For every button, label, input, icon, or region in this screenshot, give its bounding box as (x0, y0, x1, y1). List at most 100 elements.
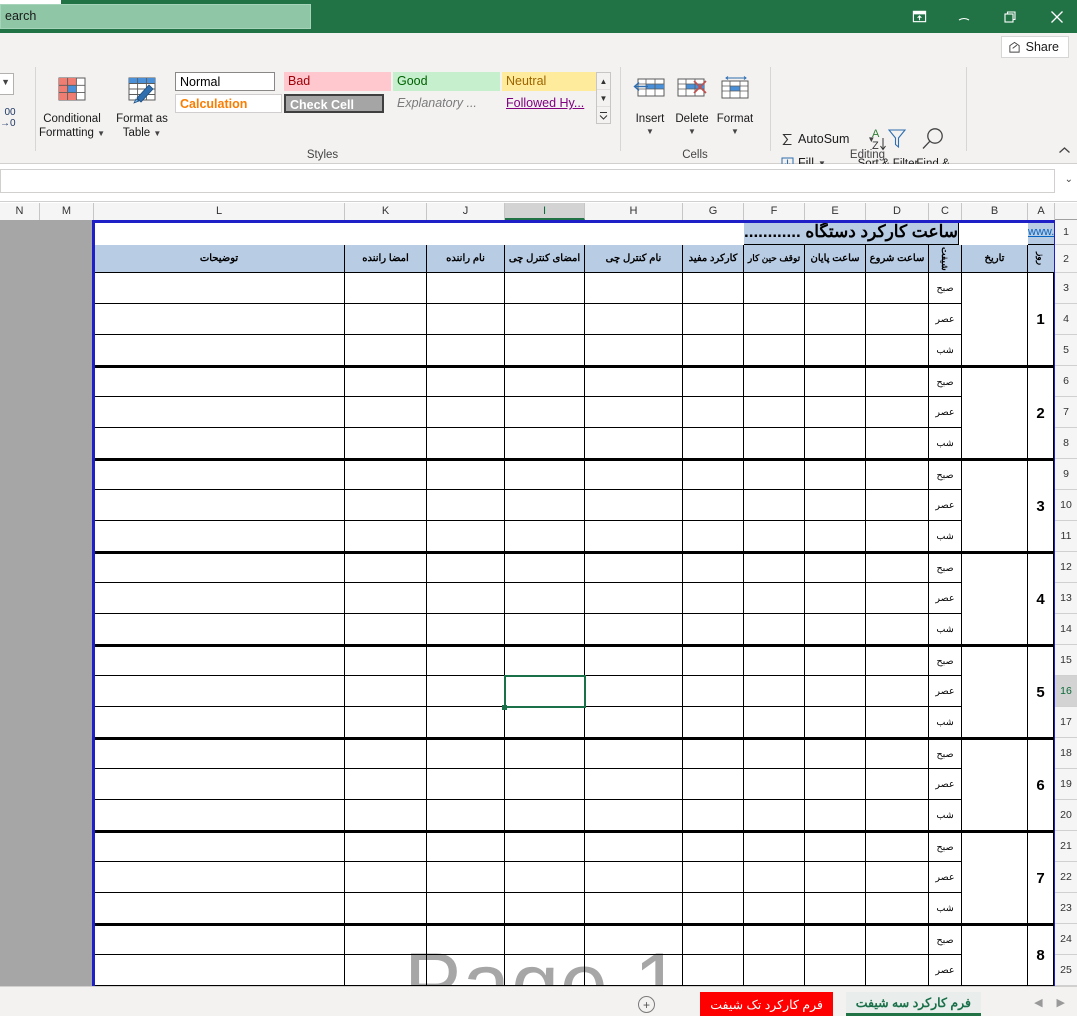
data-cell[interactable] (585, 335, 683, 366)
data-cell[interactable] (805, 645, 866, 676)
column-header-K[interactable]: K (345, 203, 427, 220)
data-cell[interactable] (505, 707, 585, 738)
row-header-22[interactable]: 22 (1055, 862, 1077, 893)
data-cell[interactable] (94, 459, 345, 490)
data-cell[interactable] (585, 955, 683, 986)
data-cell[interactable] (585, 552, 683, 583)
column-header-L[interactable]: L (94, 203, 345, 220)
header-tozihat[interactable]: توضیحات (94, 245, 345, 273)
data-cell[interactable] (744, 862, 805, 893)
data-cell[interactable] (866, 769, 929, 800)
data-cell[interactable] (94, 862, 345, 893)
header-tavaghof[interactable]: توقف حین کار (744, 245, 805, 273)
column-header-D[interactable]: D (866, 203, 929, 220)
data-cell[interactable] (505, 335, 585, 366)
data-cell[interactable] (505, 304, 585, 335)
sheet-cells-area[interactable]: Page 1 ساعت کارکرد دستگاه ............ ww… (92, 220, 1077, 986)
chevron-down-icon[interactable]: ⌄ (1065, 174, 1073, 185)
data-cell[interactable] (744, 521, 805, 552)
data-cell[interactable] (744, 955, 805, 986)
format-as-table-button[interactable]: Format as Table ▼ (108, 76, 176, 141)
date-cell[interactable] (962, 366, 1028, 459)
day-number-cell[interactable]: 5 (1028, 645, 1055, 738)
column-header-B[interactable]: B (962, 203, 1028, 220)
ribbon-display-options-icon[interactable] (900, 0, 938, 33)
header-nam-kontrolchi[interactable]: نام کنترل چی (585, 245, 683, 273)
data-cell[interactable] (744, 676, 805, 707)
data-cell[interactable] (683, 893, 744, 924)
row-header-19[interactable]: 19 (1055, 769, 1077, 800)
data-cell[interactable] (505, 769, 585, 800)
data-cell[interactable] (345, 459, 427, 490)
data-cell[interactable] (744, 552, 805, 583)
data-cell[interactable] (345, 831, 427, 862)
data-cell[interactable] (585, 273, 683, 304)
data-cell[interactable] (866, 490, 929, 521)
column-header-N[interactable]: N (0, 203, 40, 220)
data-cell[interactable] (505, 924, 585, 955)
data-cell[interactable] (866, 273, 929, 304)
data-cell[interactable] (805, 552, 866, 583)
data-cell[interactable] (866, 707, 929, 738)
data-cell[interactable] (683, 335, 744, 366)
data-cell[interactable] (505, 614, 585, 645)
data-cell[interactable] (427, 707, 505, 738)
data-cell[interactable] (94, 366, 345, 397)
data-cell[interactable] (866, 800, 929, 831)
data-cell[interactable] (345, 490, 427, 521)
data-cell[interactable] (805, 738, 866, 769)
data-cell[interactable] (683, 769, 744, 800)
data-cell[interactable] (683, 955, 744, 986)
data-cell[interactable] (505, 893, 585, 924)
data-cell[interactable] (505, 521, 585, 552)
data-cell[interactable] (345, 893, 427, 924)
data-cell[interactable] (94, 800, 345, 831)
data-cell[interactable] (744, 304, 805, 335)
data-cell[interactable] (805, 583, 866, 614)
data-cell[interactable] (505, 738, 585, 769)
data-cell[interactable] (683, 614, 744, 645)
page-break-top[interactable] (92, 220, 1055, 223)
shift-cell[interactable]: شب (929, 707, 962, 738)
data-cell[interactable] (805, 614, 866, 645)
data-cell[interactable] (585, 645, 683, 676)
date-cell[interactable] (962, 273, 1028, 366)
data-cell[interactable] (505, 428, 585, 459)
data-cell[interactable] (866, 459, 929, 490)
data-cell[interactable] (345, 924, 427, 955)
data-cell[interactable] (94, 552, 345, 583)
data-cell[interactable] (683, 459, 744, 490)
data-cell[interactable] (94, 924, 345, 955)
data-cell[interactable] (427, 273, 505, 304)
data-cell[interactable] (866, 614, 929, 645)
data-cell[interactable] (427, 862, 505, 893)
header-saat-payan[interactable]: ساعت پایان (805, 245, 866, 273)
data-cell[interactable] (345, 862, 427, 893)
data-cell[interactable] (427, 304, 505, 335)
data-cell[interactable] (427, 490, 505, 521)
column-header-J[interactable]: J (427, 203, 505, 220)
conditional-formatting-button[interactable]: Conditional Formatting ▼ (38, 76, 106, 141)
row-header-11[interactable]: 11 (1055, 521, 1077, 552)
shift-cell[interactable]: عصر (929, 769, 962, 800)
data-cell[interactable] (345, 955, 427, 986)
data-cell[interactable] (427, 645, 505, 676)
data-cell[interactable] (94, 707, 345, 738)
data-cell[interactable] (866, 583, 929, 614)
shift-cell[interactable]: شب (929, 521, 962, 552)
data-cell[interactable] (683, 738, 744, 769)
data-cell[interactable] (427, 335, 505, 366)
data-cell[interactable] (94, 831, 345, 862)
gallery-scroll-down-button[interactable]: ▼ (597, 90, 610, 107)
data-cell[interactable] (683, 428, 744, 459)
data-cell[interactable] (744, 273, 805, 304)
data-cell[interactable] (345, 738, 427, 769)
column-header-G[interactable]: G (683, 203, 744, 220)
sheet-nav-buttons[interactable]: ◀ ▶ (1034, 996, 1065, 1009)
shift-cell[interactable]: صبح (929, 273, 962, 304)
data-cell[interactable] (94, 273, 345, 304)
data-cell[interactable] (94, 428, 345, 459)
data-cell[interactable] (345, 521, 427, 552)
data-cell[interactable] (94, 769, 345, 800)
data-cell[interactable] (744, 397, 805, 428)
